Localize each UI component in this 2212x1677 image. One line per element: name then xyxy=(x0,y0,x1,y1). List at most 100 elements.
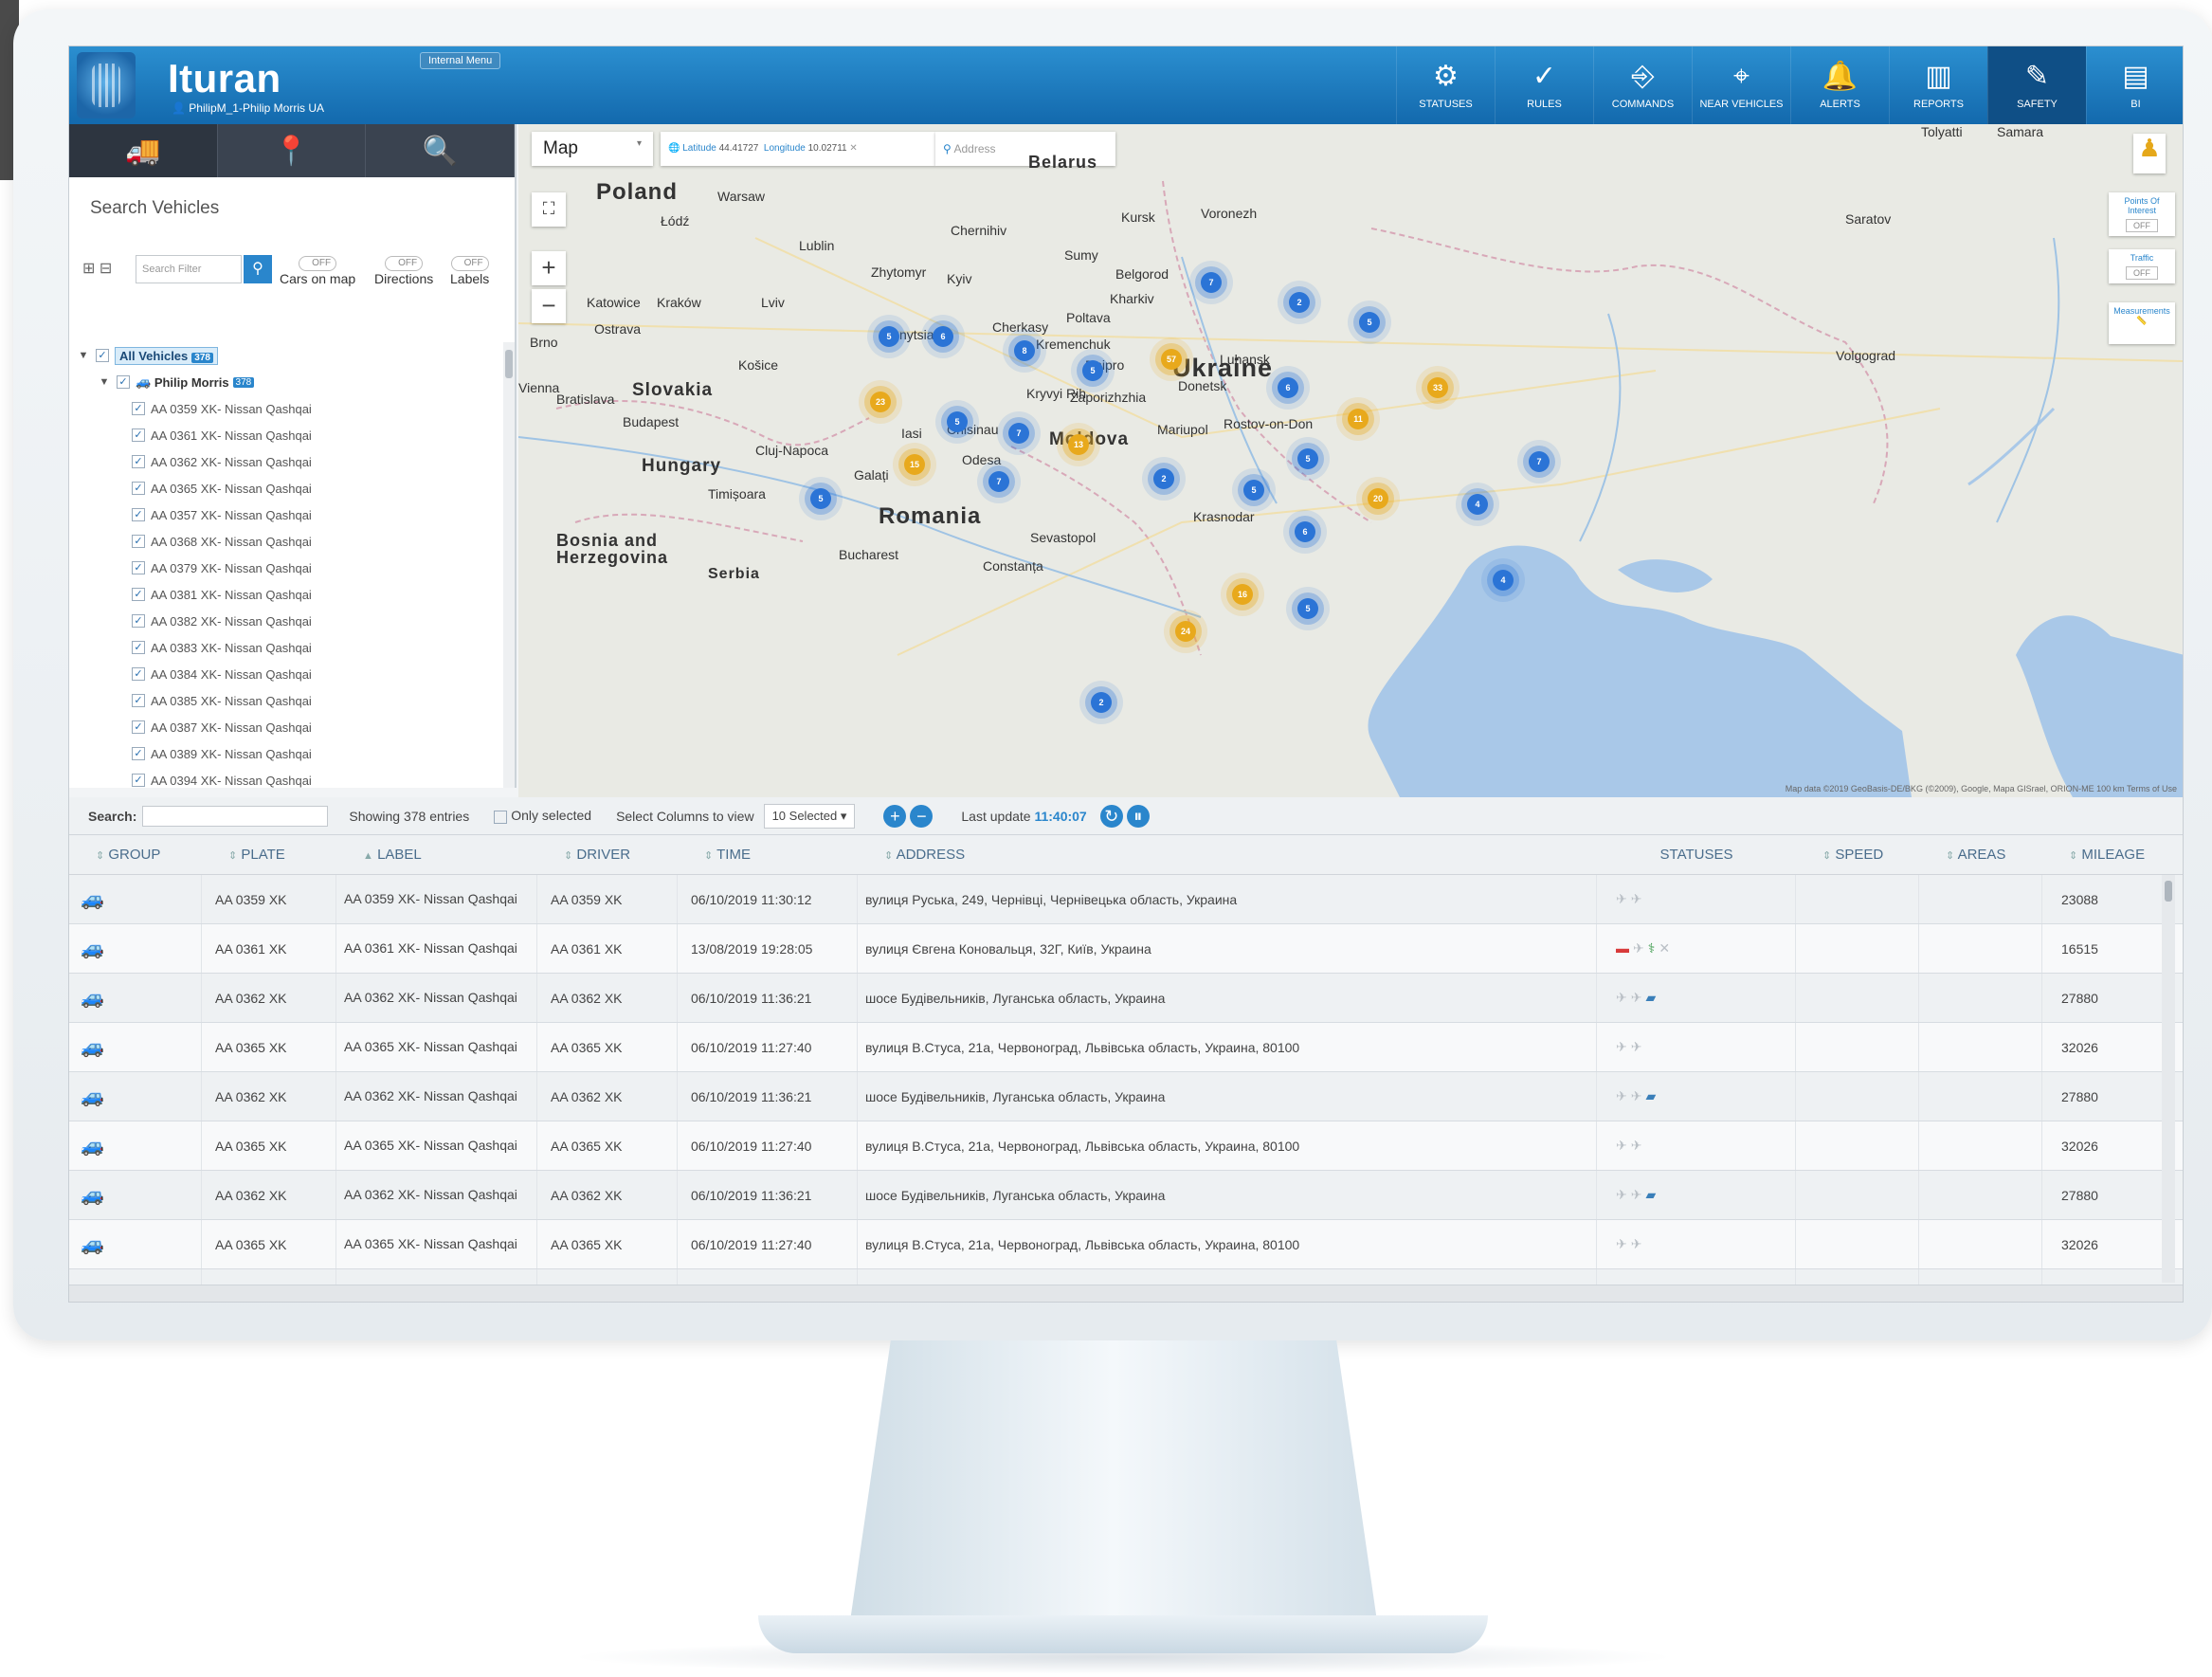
map-view[interactable]: Map ▾ 🌐 Latitude 44.41727 Longitude 10.0… xyxy=(518,124,2183,797)
tree-row-vehicle[interactable]: ✓ AA 0387 XK- Nissan Qashqai xyxy=(69,714,501,740)
checkbox[interactable]: ✓ xyxy=(117,375,130,389)
vehicle-cluster-marker[interactable]: 8 xyxy=(1014,340,1035,361)
horizontal-scrollbar[interactable] xyxy=(69,1285,2183,1302)
toggle-switch[interactable]: OFF xyxy=(385,256,424,271)
vehicle-cluster-marker[interactable]: 5 xyxy=(947,411,968,432)
tree-row-vehicle[interactable]: ✓ AA 0357 XK- Nissan Qashqai xyxy=(69,501,501,528)
column-header-speed[interactable]: ⇕ SPEED xyxy=(1796,847,1919,863)
street-view-button[interactable]: ♟ xyxy=(2133,134,2166,173)
tab-map-locations[interactable]: 📍 xyxy=(218,124,367,177)
vehicle-cluster-marker[interactable]: 16 xyxy=(1232,584,1253,605)
checkbox[interactable]: ✓ xyxy=(132,402,145,415)
vehicle-cluster-marker[interactable]: 57 xyxy=(1161,349,1182,370)
vehicle-cluster-marker[interactable]: 6 xyxy=(1295,521,1315,542)
traffic-switch[interactable]: OFF xyxy=(2126,266,2158,280)
add-button[interactable]: + xyxy=(883,804,907,828)
vehicle-cluster-marker[interactable]: 7 xyxy=(1008,423,1029,444)
column-header-group[interactable]: ⇕ GROUP xyxy=(69,847,202,863)
coordinates-bar[interactable]: 🌐 Latitude 44.41727 Longitude 10.02711 ✕ xyxy=(661,132,935,166)
tree-row-vehicle[interactable]: ✓ AA 0359 XK- Nissan Qashqai xyxy=(69,395,501,422)
vehicle-cluster-marker[interactable]: 4 xyxy=(1493,570,1514,591)
vehicle-cluster-marker[interactable]: 4 xyxy=(1467,494,1488,515)
checkbox[interactable]: ✓ xyxy=(132,720,145,734)
measurements-button[interactable]: Measurements 📏 xyxy=(2109,302,2175,344)
refresh-button[interactable]: ↻ xyxy=(1099,804,1123,828)
nav-item-statuses[interactable]: ⚙ STATUSES xyxy=(1396,46,1495,124)
toggle-labels[interactable]: OFF Labels xyxy=(450,253,489,286)
vehicle-cluster-marker[interactable]: 5 xyxy=(1082,360,1103,381)
vehicle-cluster-marker[interactable]: 2 xyxy=(1153,468,1174,489)
collapse-arrow-icon[interactable]: ▼ xyxy=(98,376,111,388)
vehicle-cluster-marker[interactable]: 15 xyxy=(904,454,925,475)
checkbox[interactable]: ✓ xyxy=(132,535,145,548)
checkbox[interactable]: ✓ xyxy=(132,561,145,574)
vehicle-cluster-marker[interactable]: 2 xyxy=(1289,292,1310,313)
zoom-out-button[interactable]: − xyxy=(532,289,566,323)
nav-item-alerts[interactable]: 🔔 ALERTS xyxy=(1790,46,1889,124)
column-header-areas[interactable]: ⇕ AREAS xyxy=(1919,847,2042,863)
column-header-mileage[interactable]: ⇕ MILEAGE xyxy=(2042,847,2183,863)
checkbox[interactable]: ✓ xyxy=(132,508,145,521)
checkbox[interactable]: ✓ xyxy=(132,428,145,442)
checkbox[interactable]: ✓ xyxy=(132,667,145,681)
tree-scrollbar[interactable] xyxy=(503,342,515,788)
vehicle-cluster-marker[interactable]: 11 xyxy=(1348,409,1369,429)
nav-item-safety[interactable]: ✎ SAFETY xyxy=(1987,46,2086,124)
poi-toggle[interactable]: Points Of Interest OFF xyxy=(2109,192,2175,236)
checkbox[interactable]: ✓ xyxy=(132,455,145,468)
nav-item-bi[interactable]: ▤ BI xyxy=(2086,46,2183,124)
vehicle-cluster-marker[interactable]: 5 xyxy=(1243,480,1264,501)
tree-row-vehicle[interactable]: ✓ AA 0368 XK- Nissan Qashqai xyxy=(69,528,501,555)
tab-search-map[interactable]: 🔍 xyxy=(366,124,516,177)
tree-row-vehicle[interactable]: ✓ AA 0362 XK- Nissan Qashqai xyxy=(69,448,501,475)
vehicle-cluster-marker[interactable]: 5 xyxy=(810,488,831,509)
table-row[interactable]: 🚙 AA 0365 XK AA 0365 XK- Nissan Qashqai AA … xyxy=(69,1220,2183,1269)
vehicle-cluster-marker[interactable]: 13 xyxy=(1068,434,1089,455)
table-search-input[interactable] xyxy=(142,805,329,827)
checkbox[interactable]: ✓ xyxy=(132,747,145,760)
checkbox[interactable]: ✓ xyxy=(132,588,145,601)
vehicle-cluster-marker[interactable]: 5 xyxy=(1297,598,1318,619)
toggle-cars-on-map[interactable]: OFF Cars on map xyxy=(280,253,355,286)
tree-row-vehicle[interactable]: ✓ AA 0384 XK- Nissan Qashqai xyxy=(69,661,501,687)
tree-row-vehicle[interactable]: ✓ AA 0389 XK- Nissan Qashqai xyxy=(69,740,501,767)
table-row[interactable]: 🚙 AA 0359 XK AA 0359 XK- Nissan Qashqai AA … xyxy=(69,875,2183,924)
table-row[interactable]: 🚙 AA 0365 XK AA 0365 XK- Nissan Qashqai AA … xyxy=(69,1023,2183,1072)
tree-row-vehicle[interactable]: ✓ AA 0379 XK- Nissan Qashqai xyxy=(69,555,501,581)
table-row[interactable]: 🚙 AA 0362 XK AA 0362 XK- Nissan Qashqai AA … xyxy=(69,1171,2183,1220)
zoom-in-button[interactable]: + xyxy=(532,251,566,285)
column-header-label[interactable]: ▲ LABEL xyxy=(336,847,537,863)
nav-item-rules[interactable]: ✓ RULES xyxy=(1495,46,1593,124)
vehicle-cluster-marker[interactable]: 5 xyxy=(1359,312,1380,333)
checkbox[interactable] xyxy=(494,810,508,824)
table-row[interactable]: 🚙 AA 0361 XK AA 0361 XK- Nissan Qashqai AA … xyxy=(69,924,2183,974)
tree-row-vehicle[interactable]: ✓ AA 0361 XK- Nissan Qashqai xyxy=(69,422,501,448)
checkbox[interactable]: ✓ xyxy=(96,349,109,362)
nav-item-commands[interactable]: ⎆ COMMANDS xyxy=(1593,46,1692,124)
tree-row-vehicle[interactable]: ✓ AA 0381 XK- Nissan Qashqai xyxy=(69,581,501,608)
tree-row-vehicle[interactable]: ✓ AA 0365 XK- Nissan Qashqai xyxy=(69,475,501,501)
tree-row-all-vehicles[interactable]: ▼ ✓ All Vehicles 378 xyxy=(69,342,501,369)
table-row[interactable]: 🚙 AA 0362 XK AA 0362 XK- Nissan Qashqai AA … xyxy=(69,1072,2183,1121)
tab-vehicles[interactable]: 🚚 xyxy=(69,124,218,177)
vehicle-cluster-marker[interactable]: 7 xyxy=(1201,272,1222,293)
vehicle-cluster-marker[interactable]: 7 xyxy=(988,471,1009,492)
tree-row-vehicle[interactable]: ✓ AA 0394 XK- Nissan Qashqai xyxy=(69,767,501,788)
checkbox[interactable]: ✓ xyxy=(132,614,145,628)
table-row[interactable]: 🚙 AA 0365 XK AA 0365 XK- Nissan Qashqai AA … xyxy=(69,1121,2183,1171)
column-header-address[interactable]: ⇕ ADDRESS xyxy=(858,847,1597,863)
vehicle-cluster-marker[interactable]: 7 xyxy=(1529,451,1550,472)
toggle-switch[interactable]: OFF xyxy=(299,256,337,271)
search-filter-input[interactable]: Search Filter xyxy=(136,255,242,283)
only-selected-checkbox[interactable]: Only selected xyxy=(494,808,591,824)
vehicle-cluster-marker[interactable]: 20 xyxy=(1368,488,1388,509)
fullscreen-button[interactable]: ⛶ xyxy=(532,192,566,227)
tree-row-vehicle[interactable]: ✓ AA 0382 XK- Nissan Qashqai xyxy=(69,608,501,634)
column-header-driver[interactable]: ⇕ DRIVER xyxy=(537,847,678,863)
column-header-time[interactable]: ⇕ TIME xyxy=(678,847,858,863)
column-header-statuses[interactable]: STATUSES xyxy=(1597,847,1796,863)
checkbox[interactable]: ✓ xyxy=(132,641,145,654)
tree-row-vehicle[interactable]: ✓ AA 0385 XK- Nissan Qashqai xyxy=(69,687,501,714)
pause-button[interactable]: ⏸ xyxy=(1126,804,1150,828)
remove-button[interactable]: − xyxy=(910,804,934,828)
